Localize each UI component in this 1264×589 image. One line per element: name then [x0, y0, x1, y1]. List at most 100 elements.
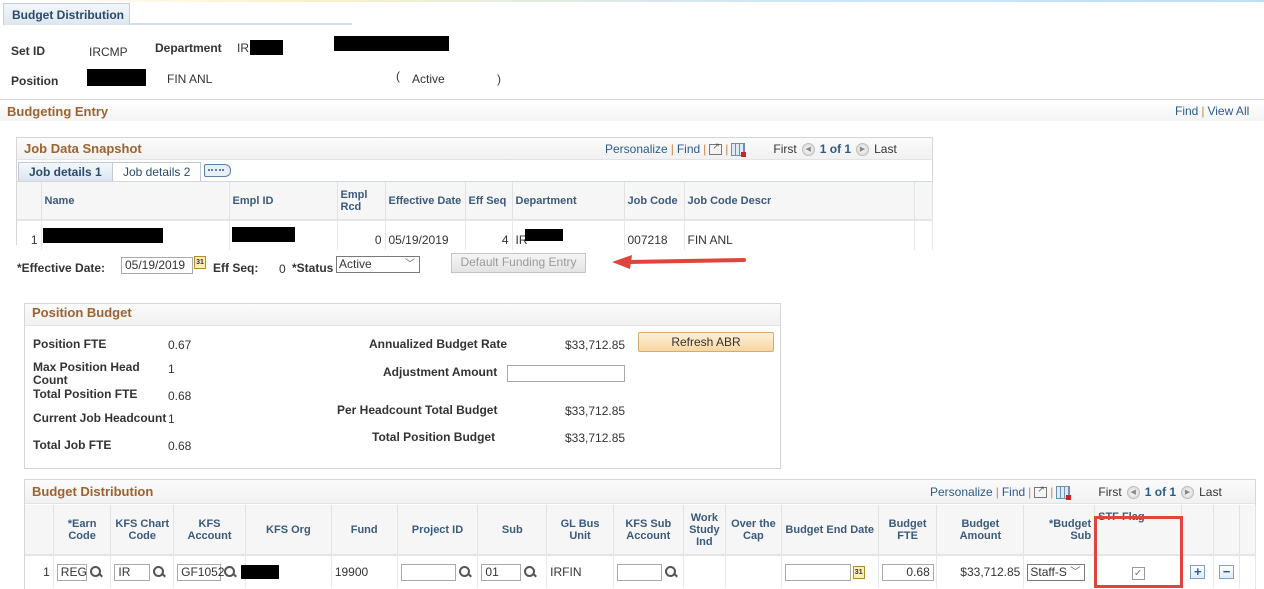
view-all-popup-icon[interactable] [709, 141, 723, 155]
column-header-kfs-account[interactable]: KFS Account [173, 505, 246, 556]
budget-distribution-title: Budget Distribution [32, 484, 154, 499]
next-arrow-icon[interactable]: ▶ [856, 142, 870, 156]
column-header-spacer [1239, 505, 1257, 556]
redacted-job-department [525, 229, 563, 241]
job-code-descr-cell: FIN ANL [684, 220, 915, 250]
column-header-budget-amount[interactable]: Budget Amount [936, 505, 1025, 556]
search-icon[interactable] [523, 565, 537, 579]
total-position-fte-label: Total Position FTE [33, 387, 138, 401]
column-header-gl-bus-unit[interactable]: GL Bus Unit [546, 505, 614, 556]
download-grid-icon[interactable] [731, 142, 747, 157]
show-all-columns-icon[interactable] [204, 164, 231, 177]
job-personalize-link[interactable]: Personalize [605, 142, 668, 156]
download-grid-icon[interactable] [1056, 485, 1072, 500]
column-header-sub[interactable]: Sub [477, 505, 548, 556]
total-job-fte-label: Total Job FTE [33, 438, 112, 452]
column-header-kfs-sub-account[interactable]: KFS Sub Account [613, 505, 684, 556]
column-header-job-code-descr[interactable]: Job Code Descr [684, 182, 915, 221]
column-header-budget-fte[interactable]: Budget FTE [878, 505, 938, 556]
kfs-sub-account-cell [613, 555, 684, 588]
column-header-kfs-org[interactable]: KFS Org [245, 505, 332, 556]
kfs-chart-code-input[interactable]: IR [114, 563, 151, 581]
column-header-job-code[interactable]: Job Code [624, 182, 685, 221]
previous-arrow-icon[interactable]: ◀ [801, 142, 815, 156]
job-find-link[interactable]: Find [677, 142, 700, 156]
view-all-link[interactable]: View All [1207, 104, 1249, 118]
column-header-department[interactable]: Department [512, 182, 625, 221]
add-row-cell: + [1181, 555, 1215, 588]
delete-row-button[interactable]: − [1219, 565, 1235, 579]
calendar-icon[interactable]: 31 [852, 565, 865, 579]
gl-bus-unit-cell: IRFIN [546, 555, 614, 588]
column-header-project-id[interactable]: Project ID [397, 505, 479, 556]
chevron-down-icon: ﹀ [405, 259, 415, 270]
adjustment-amount-input[interactable] [507, 365, 625, 382]
setid-label: Set ID [11, 44, 46, 58]
column-header-spacer [914, 182, 933, 221]
search-icon[interactable] [89, 565, 103, 579]
column-header-budget-sub[interactable]: *Budget Sub [1023, 505, 1096, 556]
calendar-icon[interactable]: 31 [194, 256, 206, 269]
abr-value: $33,712.85 [565, 338, 626, 352]
page-tab-budget-distribution[interactable]: Budget Distribution [3, 3, 130, 25]
position-label: Position [11, 74, 59, 88]
next-arrow-icon[interactable]: ▶ [1181, 485, 1195, 499]
add-row-button[interactable]: + [1190, 565, 1206, 579]
budgeting-entry-find-link[interactable]: Find [1175, 104, 1198, 118]
refresh-abr-button[interactable]: Refresh ABR [638, 332, 774, 352]
work-study-ind-cell [683, 555, 727, 588]
tab-job-details-2[interactable]: Job details 2 [112, 162, 202, 181]
kfs-sub-account-input[interactable] [616, 563, 662, 581]
fund-cell: 19900 [331, 555, 398, 588]
search-icon[interactable] [664, 565, 678, 579]
status-select[interactable]: Active ﹀ [336, 256, 420, 273]
kfs-account-cell: GF1052 [173, 555, 246, 588]
project-id-input[interactable] [400, 563, 456, 581]
column-header-work-study-ind[interactable]: Work Study Ind [683, 505, 727, 556]
default-funding-entry-button[interactable]: Default Funding Entry [451, 253, 586, 273]
job-first-label[interactable]: First [773, 142, 796, 156]
column-header-earn-code[interactable]: *Earn Code [53, 505, 112, 556]
effective-date-label: *Effective Date: [17, 261, 106, 275]
distribution-personalize-link[interactable]: Personalize [930, 485, 993, 499]
distribution-last-label[interactable]: Last [1199, 485, 1222, 499]
view-all-popup-icon[interactable] [1034, 484, 1048, 498]
tab-job-details-1[interactable]: Job details 1 [18, 162, 113, 181]
column-header-name[interactable]: Name [41, 182, 230, 221]
status-label: *Status [292, 261, 334, 275]
column-header-effective-date[interactable]: Effective Date [385, 182, 466, 221]
distribution-find-link[interactable]: Find [1002, 485, 1025, 499]
column-header-empl-rcd[interactable]: Empl Rcd [337, 182, 386, 221]
previous-arrow-icon[interactable]: ◀ [1126, 485, 1140, 499]
column-header-empl-id[interactable]: Empl ID [229, 182, 338, 221]
budget-end-date-input[interactable] [784, 563, 851, 581]
budget-sub-select[interactable]: Staff-S ﹀ [1027, 563, 1086, 581]
eff-seq-label: Eff Seq: [213, 261, 259, 275]
job-last-label[interactable]: Last [874, 142, 897, 156]
sub-input[interactable]: 01 [481, 563, 522, 581]
column-header-eff-seq[interactable]: Eff Seq [465, 182, 513, 221]
separator: | [670, 142, 674, 156]
column-header-budget-end-date[interactable]: Budget End Date [781, 505, 879, 556]
total-position-budget-value: $33,712.85 [565, 431, 626, 445]
search-icon[interactable] [152, 565, 166, 579]
budget-fte-cell: 0.68 [878, 555, 938, 588]
column-header-fund[interactable]: Fund [331, 505, 398, 556]
budget-amount-cell: $33,712.85 [936, 555, 1025, 588]
column-header-over-the-cap[interactable]: Over the Cap [725, 505, 782, 556]
effective-date-input[interactable]: 05/19/2019 [121, 257, 193, 274]
abr-label: Annualized Budget Rate [369, 337, 508, 351]
distribution-first-label[interactable]: First [1098, 485, 1121, 499]
earn-code-input[interactable]: REG [56, 563, 87, 581]
budget-fte-input[interactable]: 0.68 [881, 563, 934, 581]
table-row: 1 REG IR GF1052 19900 01 IRFIN 31 0.68 $… [25, 555, 1257, 588]
column-header-kfs-chart-code[interactable]: KFS Chart Code [110, 505, 175, 556]
kfs-account-input[interactable]: GF1052 [177, 563, 224, 581]
column-header-add [1181, 505, 1215, 556]
total-position-budget-label: Total Position Budget [372, 430, 496, 444]
search-icon[interactable] [458, 565, 472, 579]
search-icon[interactable] [223, 565, 237, 579]
job-code-cell: 007218 [624, 220, 685, 250]
job-row-count: 1 of 1 [819, 142, 852, 156]
budget-sub-cell: Staff-S ﹀ [1023, 555, 1096, 588]
